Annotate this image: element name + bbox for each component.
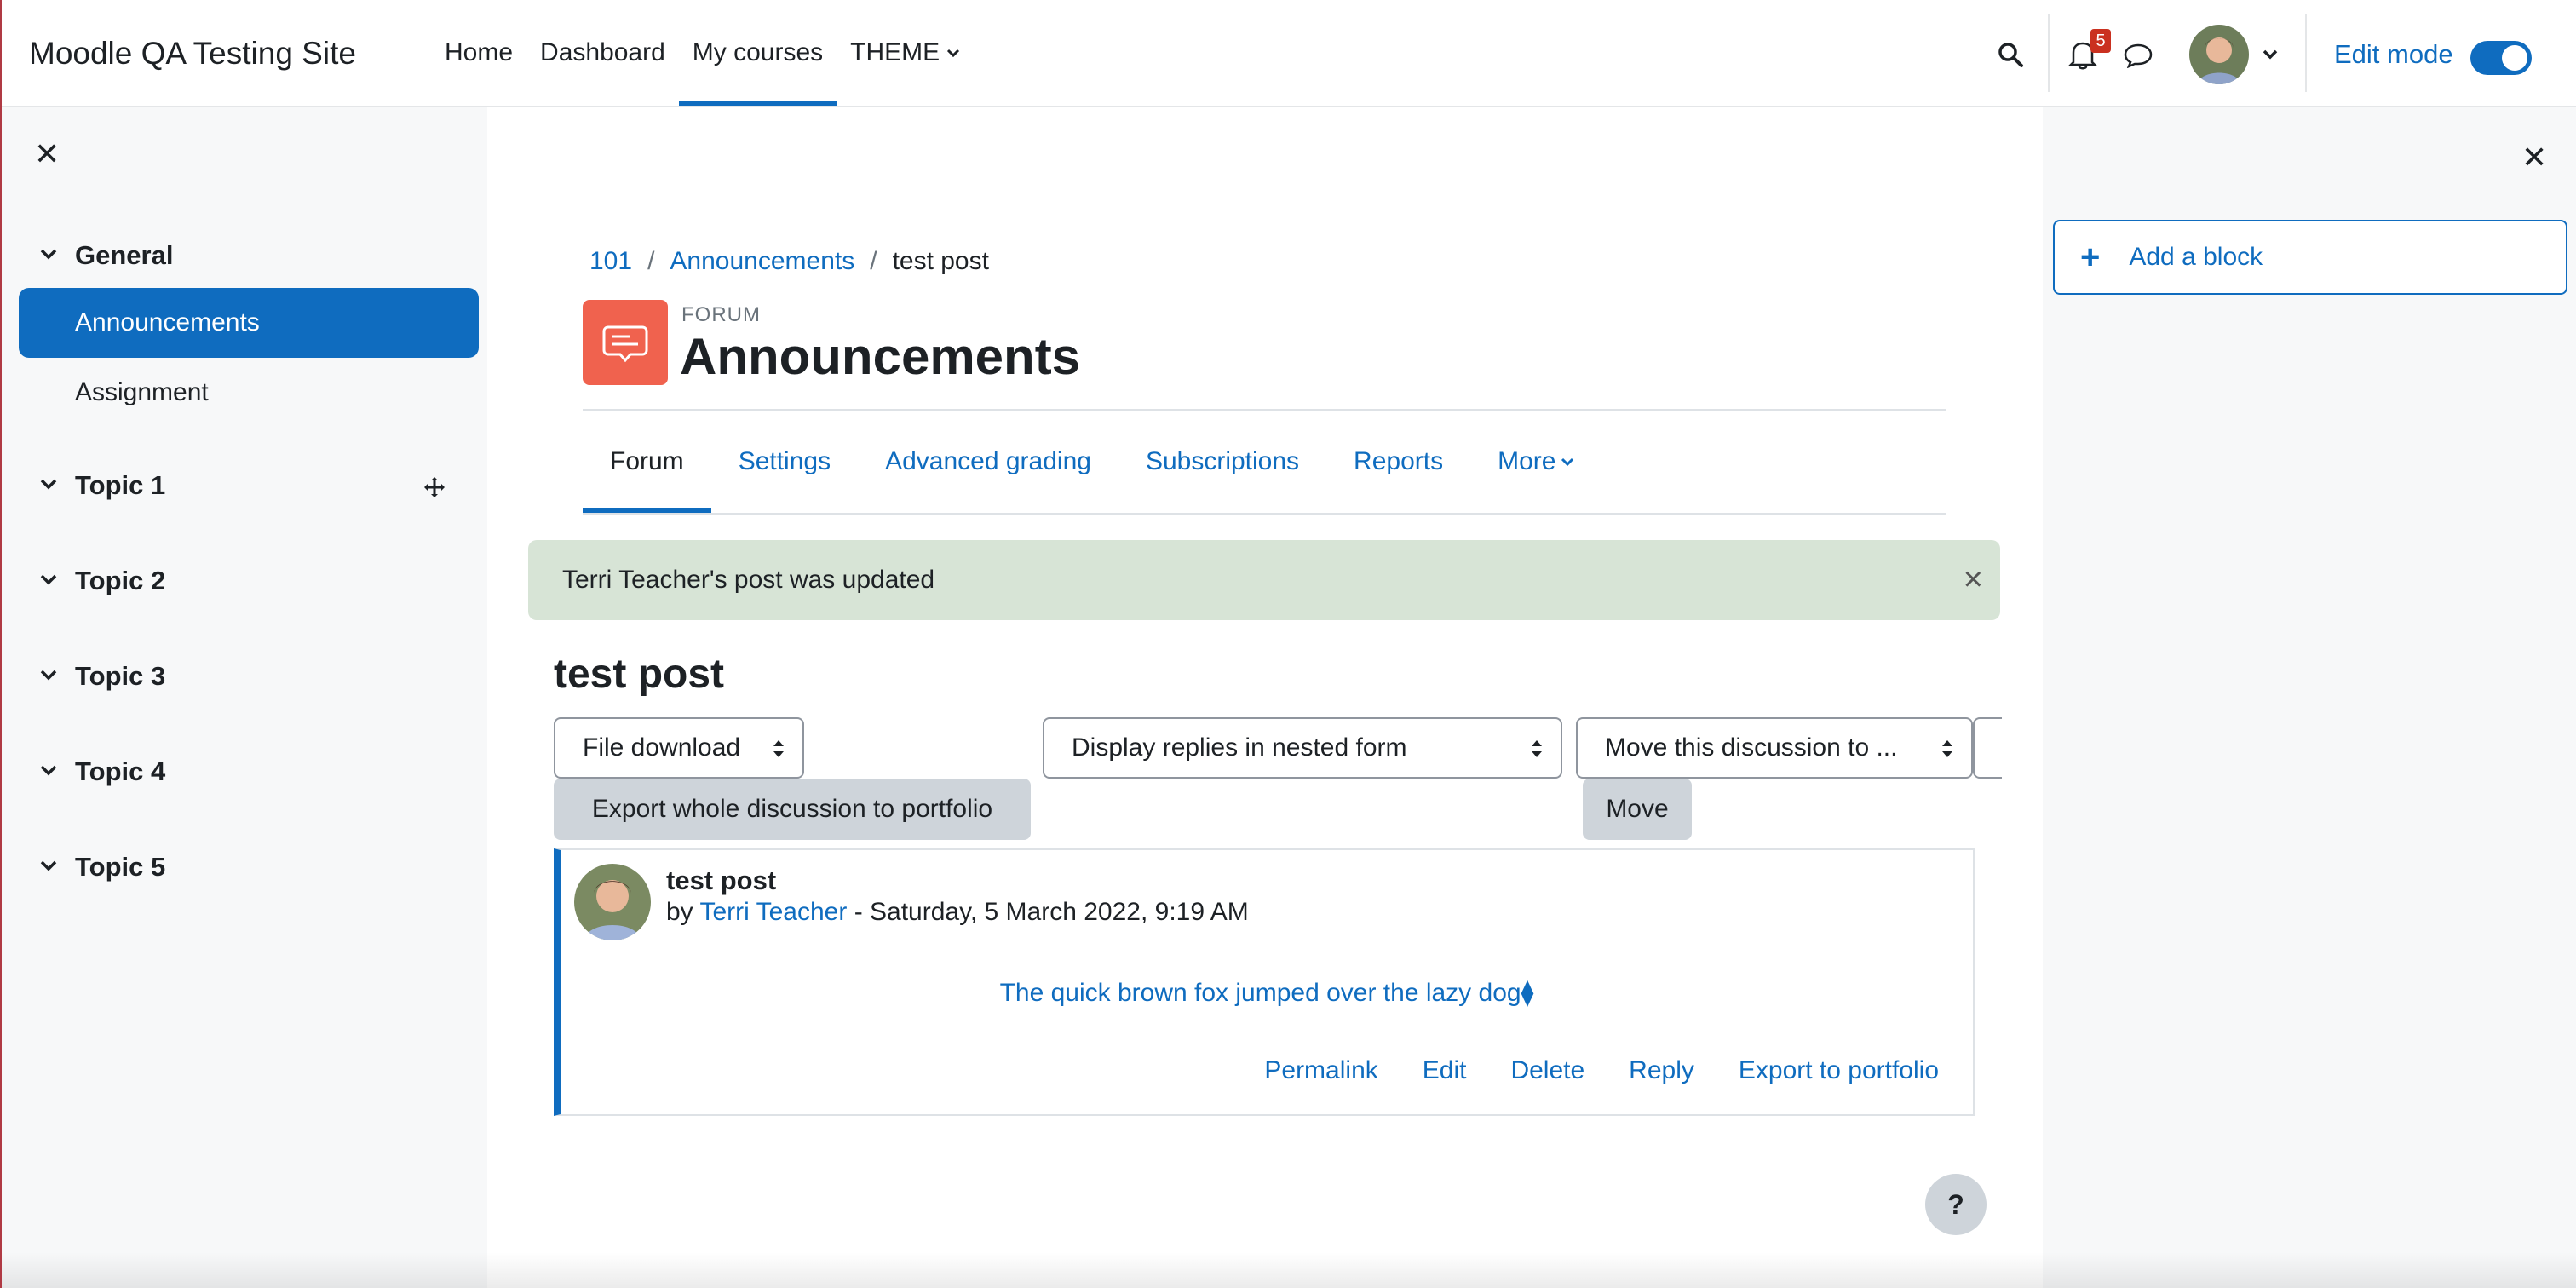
course-index-drawer: ✕ General Announcements Assignment Topic… [2, 107, 487, 1288]
secondary-navigation: Forum Settings Advanced grading Subscrip… [583, 411, 1601, 513]
nav-home[interactable]: Home [431, 0, 526, 106]
section-topic-5[interactable]: Topic 5 [75, 852, 165, 883]
export-to-portfolio-link[interactable]: Export to portfolio [1739, 1056, 1939, 1085]
post-meta: by Terri Teacher - Saturday, 5 March 202… [666, 898, 1249, 926]
navbar-divider [2305, 14, 2307, 92]
section-topic-2[interactable]: Topic 2 [75, 566, 165, 596]
chevron-down-icon[interactable] [37, 664, 60, 687]
chevron-down-icon[interactable] [37, 474, 60, 496]
tab-advanced-grading[interactable]: Advanced grading [858, 411, 1118, 513]
move-button[interactable]: Move [1583, 779, 1692, 840]
select-arrows-icon [1532, 740, 1542, 757]
nav-dashboard[interactable]: Dashboard [526, 0, 679, 106]
activity-type-label: FORUM [681, 303, 761, 326]
export-discussion-button[interactable]: Export whole discussion to portfolio [554, 779, 1031, 840]
window-frame-left [0, 0, 2, 1288]
edit-link[interactable]: Edit [1423, 1056, 1467, 1085]
move-discussion-select[interactable]: Move this discussion to ... [1576, 717, 1973, 779]
chevron-down-icon[interactable] [37, 244, 60, 266]
chevron-down-icon[interactable] [37, 760, 60, 782]
close-alert-icon[interactable]: × [1964, 562, 1983, 596]
clipped-control[interactable] [1973, 717, 2002, 779]
tab-more[interactable]: More [1470, 411, 1601, 513]
post-subject: test post [666, 865, 777, 895]
course-item-assignment[interactable]: Assignment [19, 358, 479, 428]
breadcrumb-forum[interactable]: Announcements [670, 247, 854, 276]
edit-mode-label: Edit mode [2334, 39, 2453, 69]
post-date: - Saturday, 5 March 2022, 9:19 AM [854, 898, 1249, 926]
tab-settings[interactable]: Settings [711, 411, 858, 513]
breadcrumb: 101 / Announcements / test post [589, 247, 989, 276]
author-avatar[interactable] [574, 864, 651, 940]
navbar-divider [2048, 14, 2050, 92]
primary-navigation: Home Dashboard My courses THEME [431, 0, 974, 106]
post-actions: Permalink Edit Delete Reply Export to po… [1264, 1056, 1939, 1085]
top-navbar: Moodle QA Testing Site Home Dashboard My… [0, 0, 2576, 107]
course-item-announcements[interactable]: Announcements [19, 288, 479, 358]
select-arrows-icon [773, 740, 784, 757]
chevron-down-icon[interactable] [37, 855, 60, 877]
section-topic-3[interactable]: Topic 3 [75, 661, 165, 692]
close-block-drawer-icon[interactable]: ✕ [2521, 140, 2547, 175]
site-name[interactable]: Moodle QA Testing Site [29, 36, 356, 72]
chevron-down-icon [1561, 457, 1574, 467]
help-button[interactable]: ? [1925, 1174, 1987, 1235]
file-download-select[interactable]: File download [554, 717, 804, 779]
tab-subscriptions[interactable]: Subscriptions [1118, 411, 1326, 513]
plus-icon: + [2080, 239, 2101, 276]
forum-icon [583, 300, 668, 385]
search-icon[interactable] [1997, 41, 2024, 68]
tabs-divider [583, 513, 1946, 515]
chevron-down-icon[interactable] [37, 569, 60, 591]
discussion-title: test post [554, 652, 725, 697]
forum-post: test post by Terri Teacher - Saturday, 5… [554, 848, 1975, 1116]
post-body[interactable]: The quick brown fox jumped over the lazy… [561, 978, 1973, 1008]
delete-link[interactable]: Delete [1510, 1056, 1584, 1085]
display-mode-select[interactable]: Display replies in nested form [1043, 717, 1562, 779]
reply-link[interactable]: Reply [1629, 1056, 1694, 1085]
edit-mode-toggle[interactable] [2470, 41, 2532, 75]
page-title: Announcements [680, 328, 1081, 385]
tab-forum[interactable]: Forum [583, 411, 711, 513]
message-icon[interactable] [2123, 43, 2153, 68]
select-arrows-icon [1942, 740, 1952, 757]
nav-my-courses[interactable]: My courses [678, 0, 837, 106]
success-alert: Terri Teacher's post was updated × [528, 540, 2000, 620]
tab-reports[interactable]: Reports [1326, 411, 1470, 513]
breadcrumb-course[interactable]: 101 [589, 247, 632, 276]
section-general[interactable]: General [75, 240, 173, 271]
chevron-down-icon [947, 49, 960, 58]
user-avatar[interactable] [2189, 25, 2249, 84]
alert-message: Terri Teacher's post was updated [562, 566, 935, 594]
section-topic-4[interactable]: Topic 4 [75, 756, 165, 787]
move-icon[interactable] [423, 475, 446, 499]
bottom-shadow [0, 1252, 2576, 1288]
user-menu-chevron-down-icon[interactable] [2263, 49, 2278, 60]
section-topic-1[interactable]: Topic 1 [75, 470, 165, 501]
add-block-button[interactable]: + Add a block [2053, 220, 2567, 295]
post-author-link[interactable]: Terri Teacher [699, 898, 847, 926]
nav-theme[interactable]: THEME [837, 0, 974, 106]
permalink-link[interactable]: Permalink [1264, 1056, 1377, 1085]
notification-count-badge: 5 [2090, 29, 2111, 53]
close-course-index-icon[interactable]: ✕ [34, 136, 60, 172]
breadcrumb-current: test post [892, 247, 989, 275]
